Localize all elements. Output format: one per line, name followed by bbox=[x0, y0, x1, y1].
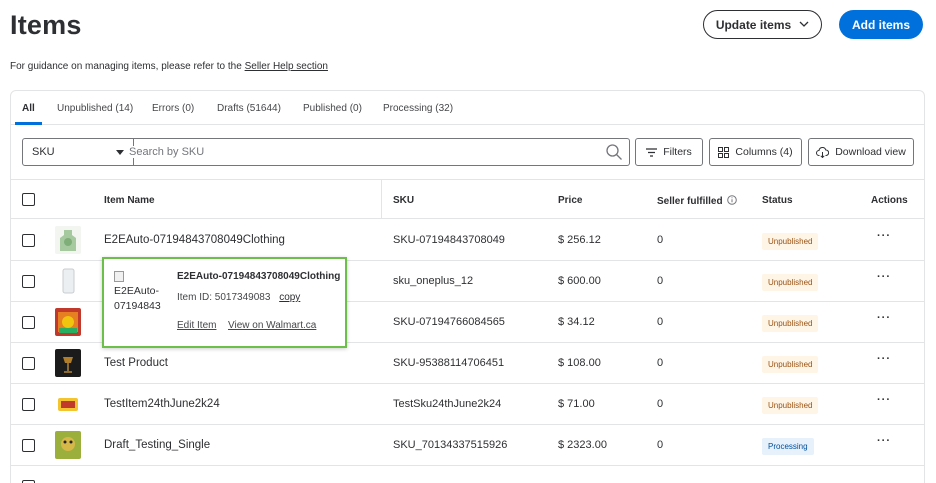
row-checkbox[interactable] bbox=[22, 357, 35, 370]
col-item-name[interactable]: Item Name bbox=[104, 195, 155, 206]
edit-item-link[interactable]: Edit Item bbox=[177, 320, 216, 331]
select-all-checkbox[interactable] bbox=[22, 193, 35, 206]
col-actions: Actions bbox=[871, 195, 908, 206]
add-items-button[interactable]: Add items bbox=[839, 10, 923, 39]
seller-help-link[interactable]: Seller Help section bbox=[245, 61, 328, 72]
status-badge: Unpublished bbox=[762, 397, 819, 414]
update-items-label: Update items bbox=[715, 17, 792, 32]
item-name[interactable]: TestItem24thJune2k24 bbox=[104, 398, 220, 410]
search-type-select[interactable]: SKU bbox=[22, 138, 134, 166]
tab-errors[interactable]: Errors (0) bbox=[152, 103, 194, 114]
item-sku: SKU-07194843708049 bbox=[393, 234, 505, 246]
tab-processing[interactable]: Processing (32) bbox=[383, 103, 453, 114]
cloud-download-icon bbox=[816, 146, 830, 158]
item-price: $ 600.00 bbox=[558, 275, 601, 287]
item-thumbnail bbox=[55, 349, 81, 377]
table-header: Item Name SKU Price Seller fulfilled Sta… bbox=[11, 179, 924, 219]
status-badge: Processing bbox=[762, 438, 814, 455]
item-sku: SKU_70134337515926 bbox=[393, 439, 508, 451]
item-sku: sku_oneplus_12 bbox=[393, 275, 474, 287]
tab-drafts[interactable]: Drafts (51644) bbox=[217, 103, 281, 114]
update-items-button[interactable]: Update items bbox=[703, 10, 822, 39]
item-thumbnail bbox=[55, 267, 81, 295]
item-price: $ 108.00 bbox=[558, 357, 601, 369]
status-badge: Unpublished bbox=[762, 274, 819, 291]
search-box bbox=[123, 138, 630, 166]
table-row[interactable]: Test Product SKU-95388114706451 $ 108.00… bbox=[11, 343, 924, 384]
tabs-bar: All Unpublished (14) Errors (0) Drafts (… bbox=[11, 91, 924, 125]
columns-button[interactable]: Columns (4) bbox=[709, 138, 802, 166]
row-checkbox[interactable] bbox=[22, 275, 35, 288]
table-row[interactable] bbox=[11, 466, 924, 483]
item-name[interactable]: E2EAuto-07194843708049Clothing bbox=[104, 234, 285, 246]
item-fulfilled: 0 bbox=[657, 316, 664, 328]
item-price: $ 71.00 bbox=[558, 398, 595, 410]
item-name[interactable]: Draft_Testing_Single bbox=[104, 439, 210, 451]
item-fulfilled: 0 bbox=[657, 275, 664, 287]
item-fulfilled: 0 bbox=[657, 234, 664, 246]
row-checkbox[interactable] bbox=[22, 316, 35, 329]
broken-image-icon bbox=[114, 271, 124, 282]
filters-button[interactable]: Filters bbox=[635, 138, 703, 166]
table-row[interactable]: Draft_Testing_Single SKU_70134337515926 … bbox=[11, 425, 924, 466]
col-status[interactable]: Status bbox=[762, 195, 793, 206]
info-icon[interactable] bbox=[727, 195, 738, 205]
item-thumbnail bbox=[55, 226, 81, 254]
more-actions-icon[interactable]: ··· bbox=[877, 271, 891, 283]
more-actions-icon[interactable]: ··· bbox=[877, 353, 891, 365]
tab-published[interactable]: Published (0) bbox=[303, 103, 362, 114]
row-checkbox[interactable] bbox=[22, 398, 35, 411]
status-badge: Unpublished bbox=[762, 233, 819, 250]
item-thumbnail bbox=[55, 308, 81, 336]
popover-title: E2EAuto-07194843708049Clothing bbox=[177, 271, 341, 282]
item-thumbnail bbox=[55, 390, 81, 418]
guidance-text: For guidance on managing items, please r… bbox=[10, 61, 328, 72]
item-thumbnail bbox=[55, 431, 81, 459]
copy-id-link[interactable]: copy bbox=[279, 292, 300, 303]
status-badge: Unpublished bbox=[762, 315, 819, 332]
more-actions-icon[interactable]: ··· bbox=[877, 394, 891, 406]
tab-all[interactable]: All bbox=[22, 103, 35, 114]
item-preview-image: E2EAuto-07194843 bbox=[114, 269, 167, 319]
filter-icon bbox=[646, 147, 658, 157]
item-fulfilled: 0 bbox=[657, 398, 664, 410]
search-input[interactable] bbox=[129, 146, 605, 158]
item-sku: SKU-07194766084565 bbox=[393, 316, 505, 328]
view-on-walmart-link[interactable]: View on Walmart.ca bbox=[228, 320, 316, 331]
col-seller-fulfilled: Seller fulfilled bbox=[657, 195, 738, 207]
item-name[interactable]: Test Product bbox=[104, 357, 168, 369]
active-tab-indicator bbox=[15, 122, 42, 125]
row-checkbox[interactable] bbox=[22, 234, 35, 247]
item-fulfilled: 0 bbox=[657, 439, 664, 451]
item-sku: SKU-95388114706451 bbox=[393, 357, 505, 369]
col-sku[interactable]: SKU bbox=[393, 195, 414, 206]
item-preview-popover: E2EAuto-07194843 E2EAuto-07194843708049C… bbox=[102, 257, 347, 348]
more-actions-icon[interactable]: ··· bbox=[877, 230, 891, 242]
item-fulfilled: 0 bbox=[657, 357, 664, 369]
popover-item-id: Item ID: 5017349083 copy bbox=[177, 292, 301, 303]
item-sku: TestSku24thJune2k24 bbox=[393, 398, 502, 410]
grid-icon bbox=[718, 146, 730, 158]
table-row[interactable]: E2EAuto-07194843708049Clothing SKU-07194… bbox=[11, 220, 924, 261]
item-price: $ 256.12 bbox=[558, 234, 601, 246]
status-badge: Unpublished bbox=[762, 356, 819, 373]
item-price: $ 34.12 bbox=[558, 316, 595, 328]
more-actions-icon[interactable]: ··· bbox=[877, 435, 891, 447]
col-price[interactable]: Price bbox=[558, 195, 582, 206]
column-divider bbox=[381, 180, 382, 218]
search-type-value: SKU bbox=[32, 146, 55, 158]
item-price: $ 2323.00 bbox=[558, 439, 607, 451]
download-view-button[interactable]: Download view bbox=[808, 138, 914, 166]
tab-unpublished[interactable]: Unpublished (14) bbox=[57, 103, 133, 114]
page-title: Items bbox=[10, 10, 82, 40]
table-row[interactable]: TestItem24thJune2k24 TestSku24thJune2k24… bbox=[11, 384, 924, 425]
search-icon[interactable] bbox=[605, 143, 623, 161]
row-checkbox[interactable] bbox=[22, 439, 35, 452]
chevron-down-icon bbox=[799, 21, 809, 27]
more-actions-icon[interactable]: ··· bbox=[877, 312, 891, 324]
